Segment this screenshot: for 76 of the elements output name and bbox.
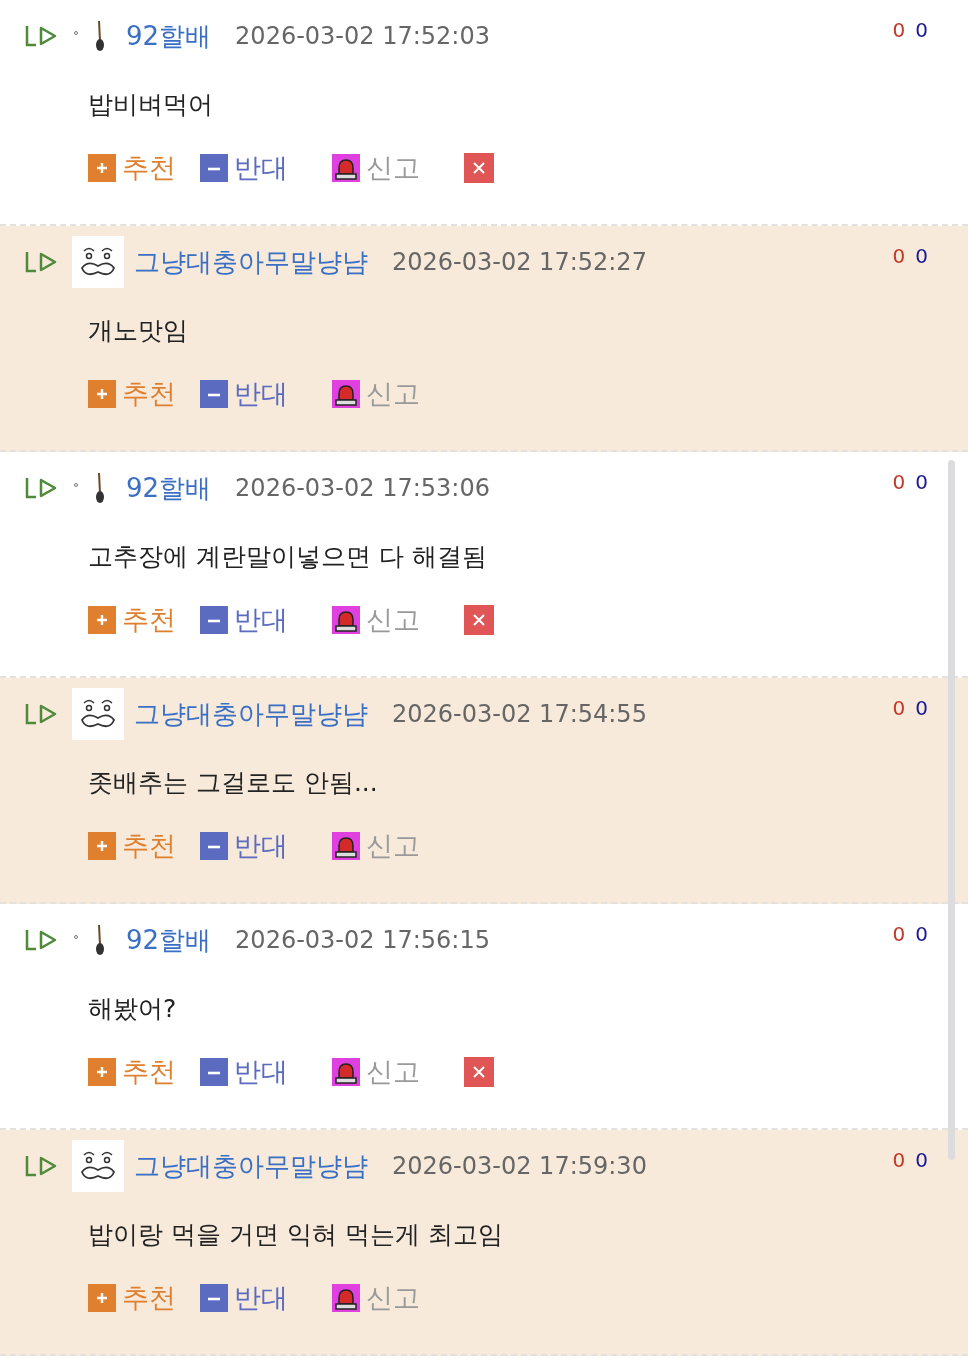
plus-icon bbox=[88, 154, 116, 182]
recommend-count: 0 bbox=[892, 1148, 906, 1172]
recommend-button[interactable]: 추천 bbox=[88, 1054, 176, 1090]
recommend-button[interactable]: 추천 bbox=[88, 376, 176, 412]
plus-icon bbox=[88, 1058, 116, 1086]
report-button[interactable]: 신고 bbox=[332, 150, 420, 186]
recommend-count: 0 bbox=[892, 470, 906, 494]
reply-arrow-icon bbox=[24, 23, 58, 49]
siren-icon bbox=[332, 1058, 360, 1086]
recommend-count: 0 bbox=[892, 244, 906, 268]
recommend-button[interactable]: 추천 bbox=[88, 1280, 176, 1316]
minus-icon bbox=[200, 606, 228, 634]
plus-icon bbox=[88, 380, 116, 408]
comment-text: 고추장에 계란말이넣으면 다 해결됨 bbox=[88, 541, 488, 573]
author-name[interactable]: 92할배 bbox=[126, 470, 212, 506]
comment-text: 밥비벼먹어 bbox=[88, 89, 214, 121]
oppose-count: 0 bbox=[915, 1148, 928, 1172]
siren-icon bbox=[332, 832, 360, 860]
timestamp: 2026-03-02 17:56:15 bbox=[235, 926, 490, 954]
siren-icon bbox=[332, 154, 360, 182]
comment-text: 좃배추는 그걸로도 안됨... bbox=[88, 767, 379, 799]
oppose-button[interactable]: 반대 bbox=[200, 376, 288, 412]
recommend-button[interactable]: 추천 bbox=[88, 602, 176, 638]
delete-button[interactable] bbox=[464, 153, 494, 183]
oppose-count: 0 bbox=[915, 18, 928, 42]
oppose-button[interactable]: 반대 bbox=[200, 150, 288, 186]
reply-arrow-icon bbox=[24, 701, 58, 727]
plus-icon bbox=[88, 1284, 116, 1312]
report-button[interactable]: 신고 bbox=[332, 1054, 420, 1090]
siren-icon bbox=[332, 380, 360, 408]
oppose-count: 0 bbox=[915, 470, 928, 494]
timestamp: 2026-03-02 17:54:55 bbox=[392, 700, 647, 728]
delete-button[interactable] bbox=[464, 1057, 494, 1087]
reply-arrow-icon bbox=[24, 475, 58, 501]
oppose-button[interactable]: 반대 bbox=[200, 1054, 288, 1090]
author-name[interactable]: 그냥대충아무말냥냠 bbox=[134, 1148, 368, 1184]
report-button[interactable]: 신고 bbox=[332, 828, 420, 864]
delete-button[interactable] bbox=[464, 605, 494, 635]
author-name[interactable]: 그냥대충아무말냥냠 bbox=[134, 244, 368, 280]
comment-text: 밥이랑 먹을 거면 익혀 먹는게 최고임 bbox=[88, 1219, 504, 1251]
reply-arrow-icon bbox=[24, 249, 58, 275]
report-button[interactable]: 신고 bbox=[332, 376, 420, 412]
oppose-count: 0 bbox=[915, 922, 928, 946]
minus-icon bbox=[200, 832, 228, 860]
report-button[interactable]: 신고 bbox=[332, 1280, 420, 1316]
timestamp: 2026-03-02 17:59:30 bbox=[392, 1152, 647, 1180]
oppose-button[interactable]: 반대 bbox=[200, 602, 288, 638]
oppose-button[interactable]: 반대 bbox=[200, 828, 288, 864]
timestamp: 2026-03-02 17:52:03 bbox=[235, 22, 490, 50]
comment-text: 해봤어? bbox=[88, 993, 178, 1025]
oppose-button[interactable]: 반대 bbox=[200, 1280, 288, 1316]
author-name[interactable]: 그냥대충아무말냥냠 bbox=[134, 696, 368, 732]
recommend-button[interactable]: 추천 bbox=[88, 828, 176, 864]
minus-icon bbox=[200, 154, 228, 182]
minus-icon bbox=[200, 380, 228, 408]
oppose-count: 0 bbox=[915, 696, 928, 720]
reply-arrow-icon bbox=[24, 927, 58, 953]
siren-icon bbox=[332, 606, 360, 634]
recommend-count: 0 bbox=[892, 922, 906, 946]
author-name[interactable]: 92할배 bbox=[126, 18, 212, 54]
recommend-count: 0 bbox=[892, 696, 906, 720]
oppose-count: 0 bbox=[915, 244, 928, 268]
report-button[interactable]: 신고 bbox=[332, 602, 420, 638]
siren-icon bbox=[332, 1284, 360, 1312]
timestamp: 2026-03-02 17:53:06 bbox=[235, 474, 490, 502]
scrollbar[interactable] bbox=[948, 460, 955, 1160]
minus-icon bbox=[200, 1058, 228, 1086]
recommend-button[interactable]: 추천 bbox=[88, 150, 176, 186]
recommend-count: 0 bbox=[892, 18, 906, 42]
plus-icon bbox=[88, 606, 116, 634]
reply-arrow-icon bbox=[24, 1153, 58, 1179]
timestamp: 2026-03-02 17:52:27 bbox=[392, 248, 647, 276]
minus-icon bbox=[200, 1284, 228, 1312]
author-name[interactable]: 92할배 bbox=[126, 922, 212, 958]
comment-text: 개노맛임 bbox=[88, 315, 189, 347]
plus-icon bbox=[88, 832, 116, 860]
